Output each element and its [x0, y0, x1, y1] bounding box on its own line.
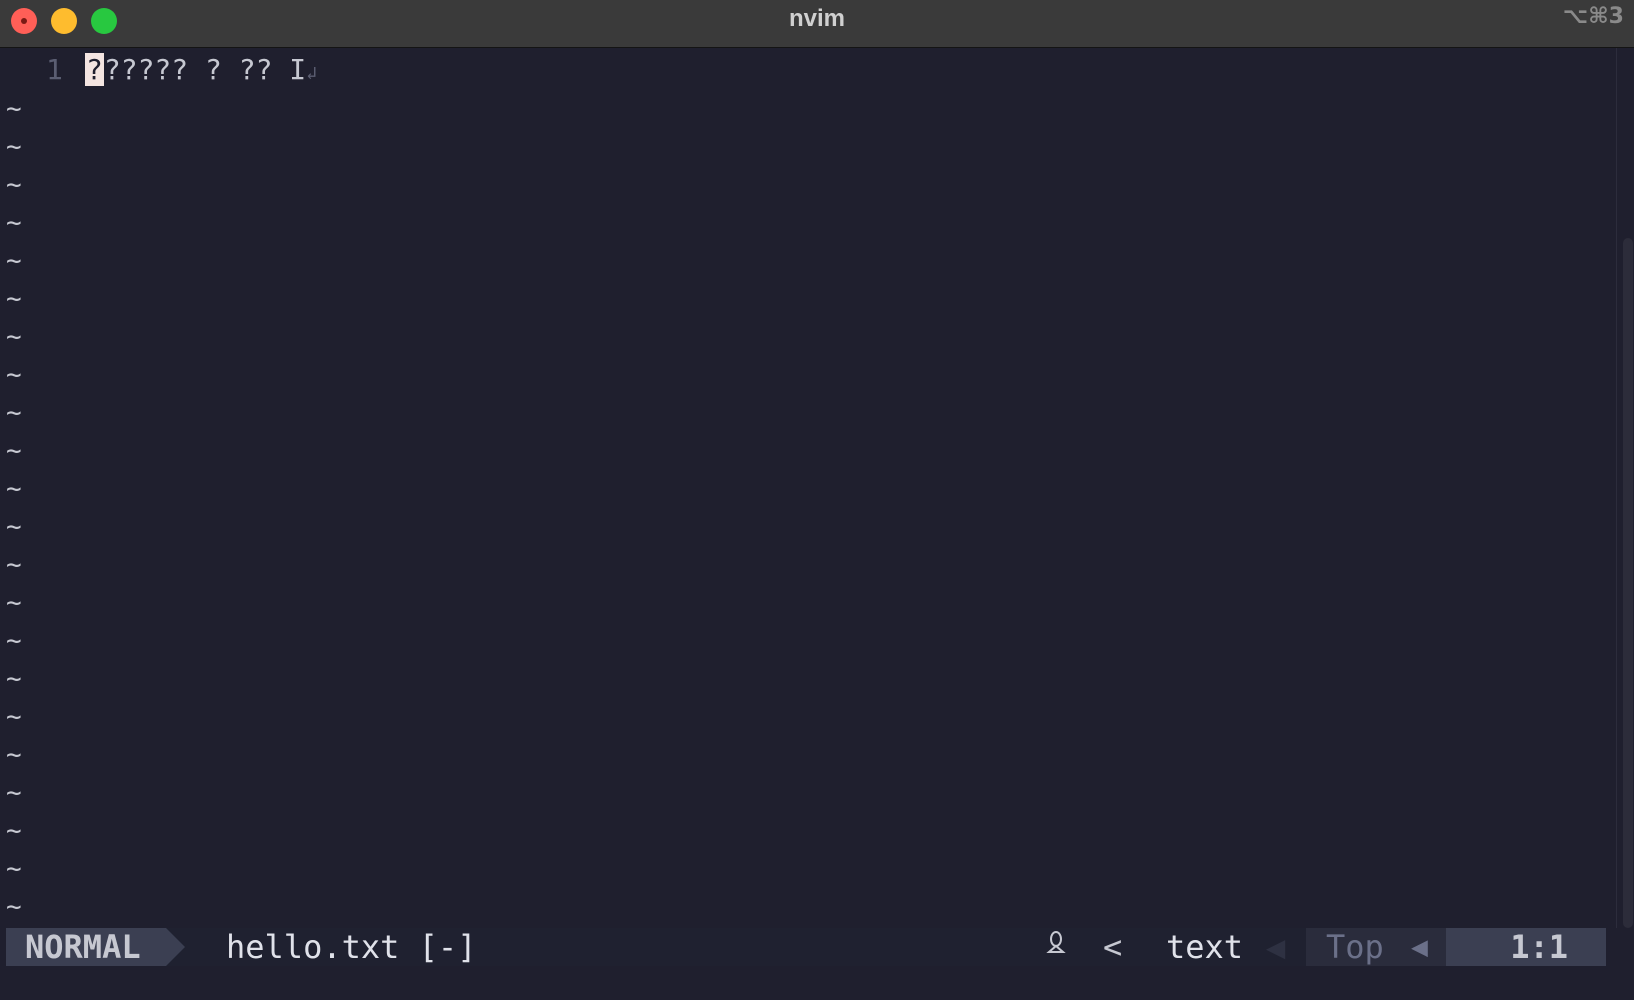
- terminal-window: nvim ⌥⌘3 1 ?????? ? ?? I↲ ~ ~ ~ ~ ~ ~ ~ ~ ~ ~ ~ ~ ~ ~…: [0, 0, 1634, 1000]
- linux-icon: [1046, 930, 1066, 969]
- window-shortcut: ⌥⌘3: [1562, 4, 1624, 29]
- empty-line-tilde: ~: [6, 208, 22, 238]
- scrollbar-thumb[interactable]: [1623, 238, 1633, 928]
- cursor-position: 1:1: [1446, 928, 1606, 966]
- empty-line-tilde: ~: [6, 816, 22, 846]
- empty-line-tilde: ~: [6, 284, 22, 314]
- empty-line-tilde: ~: [6, 626, 22, 656]
- empty-line-tilde: ~: [6, 550, 22, 580]
- empty-line-tilde: ~: [6, 398, 22, 428]
- mode-indicator: NORMAL: [6, 928, 166, 966]
- filetype-separator-arrow: ◀: [1266, 928, 1286, 966]
- empty-line-tilde: ~: [6, 854, 22, 884]
- status-line: NORMAL hello.txt [-] < text ◀ Top ◀ 1:1: [6, 928, 1606, 966]
- empty-line-tilde: ~: [6, 664, 22, 694]
- empty-line-tilde: ~: [6, 512, 22, 542]
- vertical-scrollbar[interactable]: [1616, 48, 1634, 928]
- empty-line-tilde: ~: [6, 740, 22, 770]
- empty-line-tilde: ~: [6, 94, 22, 124]
- eol-marker: ↲: [306, 63, 317, 84]
- buffer-line[interactable]: 1 ?????? ? ?? I↲: [0, 51, 1610, 89]
- file-type: text: [1166, 928, 1244, 966]
- empty-line-tilde: ~: [6, 474, 22, 504]
- empty-line-tilde: ~: [6, 588, 22, 618]
- mode-separator-arrow: [166, 928, 185, 966]
- empty-line-tilde: ~: [6, 702, 22, 732]
- title-bar: nvim ⌥⌘3: [0, 0, 1634, 48]
- empty-line-tilde: ~: [6, 778, 22, 808]
- editor-buffer[interactable]: 1 ?????? ? ?? I↲ ~ ~ ~ ~ ~ ~ ~ ~ ~ ~ ~ ~ ~ ~ ~ ~ ~ ~ ~ ~ ~ ~: [0, 48, 1634, 928]
- empty-line-tilde: ~: [6, 436, 22, 466]
- line-number: 1: [46, 53, 63, 86]
- file-name: hello.txt [-]: [226, 928, 477, 966]
- empty-line-tilde: ~: [6, 892, 22, 922]
- line-text: ????? ? ?? I: [103, 53, 307, 86]
- cursor: ?: [85, 53, 104, 86]
- line-content[interactable]: ?????? ? ?? I↲: [85, 51, 317, 93]
- empty-line-tilde: ~: [6, 360, 22, 390]
- empty-line-tilde: ~: [6, 132, 22, 162]
- empty-line-tilde: ~: [6, 322, 22, 352]
- position-separator-arrow: ◀: [1411, 930, 1428, 963]
- window-title: nvim: [788, 5, 845, 32]
- empty-line-tilde: ~: [6, 246, 22, 276]
- statusline-separator: <: [1103, 928, 1123, 966]
- empty-line-tilde: ~: [6, 170, 22, 200]
